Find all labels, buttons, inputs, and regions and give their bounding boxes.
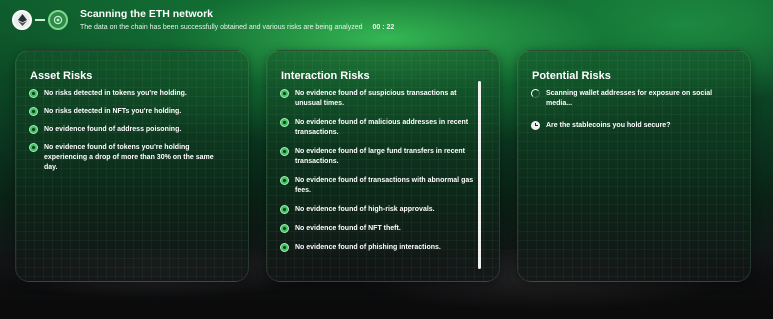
list-item: No evidence found of NFT theft.	[280, 224, 477, 234]
list-item: No evidence found of malicious addresses…	[280, 118, 477, 138]
check-icon	[29, 89, 38, 98]
scan-step	[48, 10, 68, 30]
asset-risks-card: Asset Risks No risks detected in tokens …	[15, 50, 249, 282]
card-title: Potential Risks	[532, 70, 611, 82]
risk-list: No risks detected in tokens you're holdi…	[29, 89, 226, 181]
scan-timer: 00 : 22	[372, 23, 395, 31]
card-title: Asset Risks	[30, 70, 93, 82]
check-icon	[29, 143, 38, 152]
check-icon	[280, 224, 289, 233]
list-item-text: No evidence found of address poisoning.	[44, 126, 182, 133]
check-icon	[29, 125, 38, 134]
risk-list: No evidence found of suspicious transact…	[280, 89, 477, 262]
list-item-text: No evidence found of tokens you're holdi…	[44, 144, 214, 171]
check-icon	[29, 107, 38, 116]
list-item: Scanning wallet addresses for exposure o…	[531, 89, 728, 109]
list-item: No evidence found of high-risk approvals…	[280, 205, 477, 215]
check-icon	[280, 176, 289, 185]
check-icon	[280, 118, 289, 127]
risk-list: Scanning wallet addresses for exposure o…	[531, 89, 728, 143]
check-icon	[280, 147, 289, 156]
scan-icon	[53, 15, 63, 25]
list-item: No evidence found of large fund transfer…	[280, 147, 477, 167]
list-item-text: No evidence found of suspicious transact…	[295, 90, 457, 107]
step-connector	[35, 19, 45, 21]
list-item-text: No evidence found of transactions with a…	[295, 177, 474, 194]
list-item-text: No evidence found of large fund transfer…	[295, 148, 465, 165]
check-icon	[280, 243, 289, 252]
list-item: No evidence found of phishing interactio…	[280, 243, 477, 253]
ethereum-step	[12, 10, 32, 30]
list-item-text: Scanning wallet addresses for exposure o…	[546, 90, 713, 107]
list-item-text: No evidence found of phishing interactio…	[295, 244, 441, 251]
list-item: No evidence found of suspicious transact…	[280, 89, 477, 109]
list-item-text: No evidence found of high-risk approvals…	[295, 206, 435, 213]
list-item: No evidence found of address poisoning.	[29, 125, 226, 135]
scan-status-text: The data on the chain has been successfu…	[80, 22, 394, 33]
list-item: No evidence found of tokens you're holdi…	[29, 143, 226, 173]
list-item: No risks detected in tokens you're holdi…	[29, 89, 226, 99]
potential-risks-card: Potential Risks Scanning wallet addresse…	[517, 50, 751, 282]
list-item-text: No risks detected in NFTs you're holding…	[44, 108, 182, 115]
clock-icon	[531, 121, 540, 130]
interaction-risks-card: Interaction Risks No evidence found of s…	[266, 50, 500, 282]
list-item-text: No risks detected in tokens you're holdi…	[44, 90, 187, 97]
list-item-text: Are the stablecoins you hold secure?	[546, 122, 671, 129]
scan-header: Scanning the ETH network The data on the…	[12, 4, 761, 36]
check-icon	[280, 205, 289, 214]
loading-spinner-icon	[531, 89, 540, 98]
list-item-text: No evidence found of NFT theft.	[295, 225, 401, 232]
list-item: Are the stablecoins you hold secure?	[531, 121, 728, 131]
list-item: No evidence found of transactions with a…	[280, 176, 477, 196]
card-title: Interaction Risks	[281, 70, 370, 82]
ethereum-icon	[17, 14, 27, 26]
check-icon	[280, 89, 289, 98]
scan-subtitle: The data on the chain has been successfu…	[80, 23, 363, 31]
scrollbar[interactable]	[478, 81, 481, 269]
list-item-text: No evidence found of malicious addresses…	[295, 119, 469, 136]
list-item: No risks detected in NFTs you're holding…	[29, 107, 226, 117]
page-title: Scanning the ETH network	[80, 7, 214, 20]
